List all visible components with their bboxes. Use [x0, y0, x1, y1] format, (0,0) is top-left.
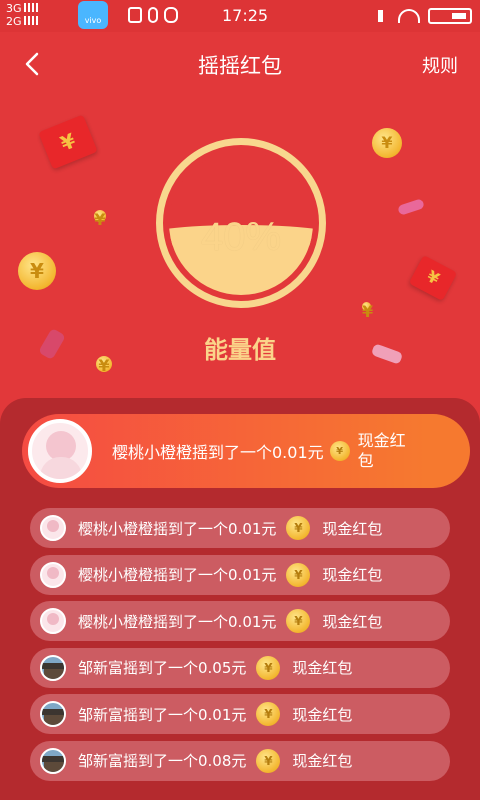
- winner-text: 樱桃小橙橙摇到了一个0.01元: [112, 443, 324, 462]
- list-item: 樱桃小橙橙摇到了一个0.01元 ¥ 现金红包: [30, 554, 450, 595]
- status-right: [378, 8, 472, 24]
- coin-icon: ¥: [286, 562, 311, 587]
- app-store-icon: vivo: [78, 1, 108, 29]
- coin-icon: ¥: [256, 748, 281, 773]
- rules-button[interactable]: 规则: [422, 52, 458, 78]
- prize-type: 现金红包: [357, 431, 406, 470]
- wifi-icon: [398, 9, 420, 23]
- avatar: [28, 419, 92, 483]
- app-store-label: vivo: [84, 16, 102, 25]
- signal-icon: [23, 3, 38, 12]
- energy-gauge[interactable]: 40%: [156, 138, 326, 308]
- energy-label: 能量值: [204, 336, 276, 364]
- coin-icon: ¥: [286, 516, 311, 540]
- avatar: [40, 561, 66, 588]
- list-item: 邹新富摇到了一个0.01元 ¥ 现金红包: [30, 694, 450, 734]
- coin-decoration: [18, 252, 56, 290]
- battery-icon: [428, 8, 472, 24]
- red-packet-decoration: [408, 254, 458, 302]
- prize-type: 现金红包: [292, 705, 353, 724]
- coin-icon: ¥: [329, 441, 350, 461]
- avatar: [40, 515, 66, 541]
- mute-icon: [378, 10, 390, 22]
- coin-icon: ¥: [286, 609, 311, 633]
- database-icon: [164, 7, 178, 23]
- page-title: 摇摇红包: [198, 54, 282, 78]
- winner-text: 樱桃小橙橙摇到了一个0.01元: [78, 519, 277, 538]
- winner-text: 樱桃小橙橙摇到了一个0.01元: [78, 612, 277, 631]
- network-2g-label: 2G: [6, 15, 22, 28]
- coin-icon: ¥: [256, 702, 281, 726]
- winner-text: 邹新富摇到了一个0.01元: [78, 705, 247, 724]
- prize-type: 现金红包: [322, 612, 383, 631]
- network-indicator: 3G 2G: [6, 2, 38, 28]
- ribbon-decoration: [397, 198, 425, 216]
- gauge-ring: 40%: [156, 138, 326, 308]
- gauge-inner: 40%: [169, 151, 313, 295]
- avatar: [40, 654, 66, 681]
- winner-text: 邹新富摇到了一个0.05元: [78, 659, 247, 677]
- prize-type: 现金红包: [322, 566, 383, 584]
- latest-winner-row: 樱桃小橙橙摇到了一个0.01元 ¥ 现金红包: [22, 414, 470, 488]
- energy-percent: 40%: [200, 215, 282, 259]
- clock: 17:25: [222, 6, 269, 25]
- prize-type: 现金红包: [292, 659, 353, 677]
- red-packet-decoration: [38, 114, 98, 170]
- list-item: 樱桃小橙橙摇到了一个0.01元 ¥ 现金红包: [30, 601, 450, 641]
- list-item: 邹新富摇到了一个0.08元 ¥ 现金红包: [30, 740, 450, 781]
- winner-text: 邹新富摇到了一个0.08元: [78, 752, 247, 770]
- list-item: 樱桃小橙橙摇到了一个0.01元 ¥ 现金红包: [30, 508, 450, 548]
- avatar: [40, 747, 66, 774]
- coin-icon: ¥: [256, 655, 281, 680]
- avatar: [40, 608, 66, 634]
- prize-type: 现金红包: [292, 752, 353, 770]
- notification-icons: [128, 7, 178, 23]
- avatar: [40, 701, 66, 727]
- coin-decoration: [362, 302, 371, 321]
- network-3g-label: 3G: [6, 2, 22, 15]
- prize-type: 现金红包: [322, 519, 383, 538]
- winner-text: 樱桃小橙橙摇到了一个0.01元: [78, 566, 277, 584]
- coin-decoration: [372, 128, 402, 158]
- list-item: 邹新富摇到了一个0.05元 ¥ 现金红包: [30, 647, 450, 688]
- notification-icon: [128, 7, 142, 23]
- status-bar: 3G 2G vivo 17:25: [0, 0, 480, 32]
- winner-list: 樱桃小橙橙摇到了一个0.01元 ¥ 现金红包 樱桃小橙橙摇到了一个0.01元 ¥…: [30, 508, 450, 787]
- header: 摇摇红包 规则: [0, 32, 480, 96]
- coin-decoration: [94, 210, 106, 229]
- signal-icon: [23, 16, 38, 25]
- usb-icon: [148, 7, 158, 23]
